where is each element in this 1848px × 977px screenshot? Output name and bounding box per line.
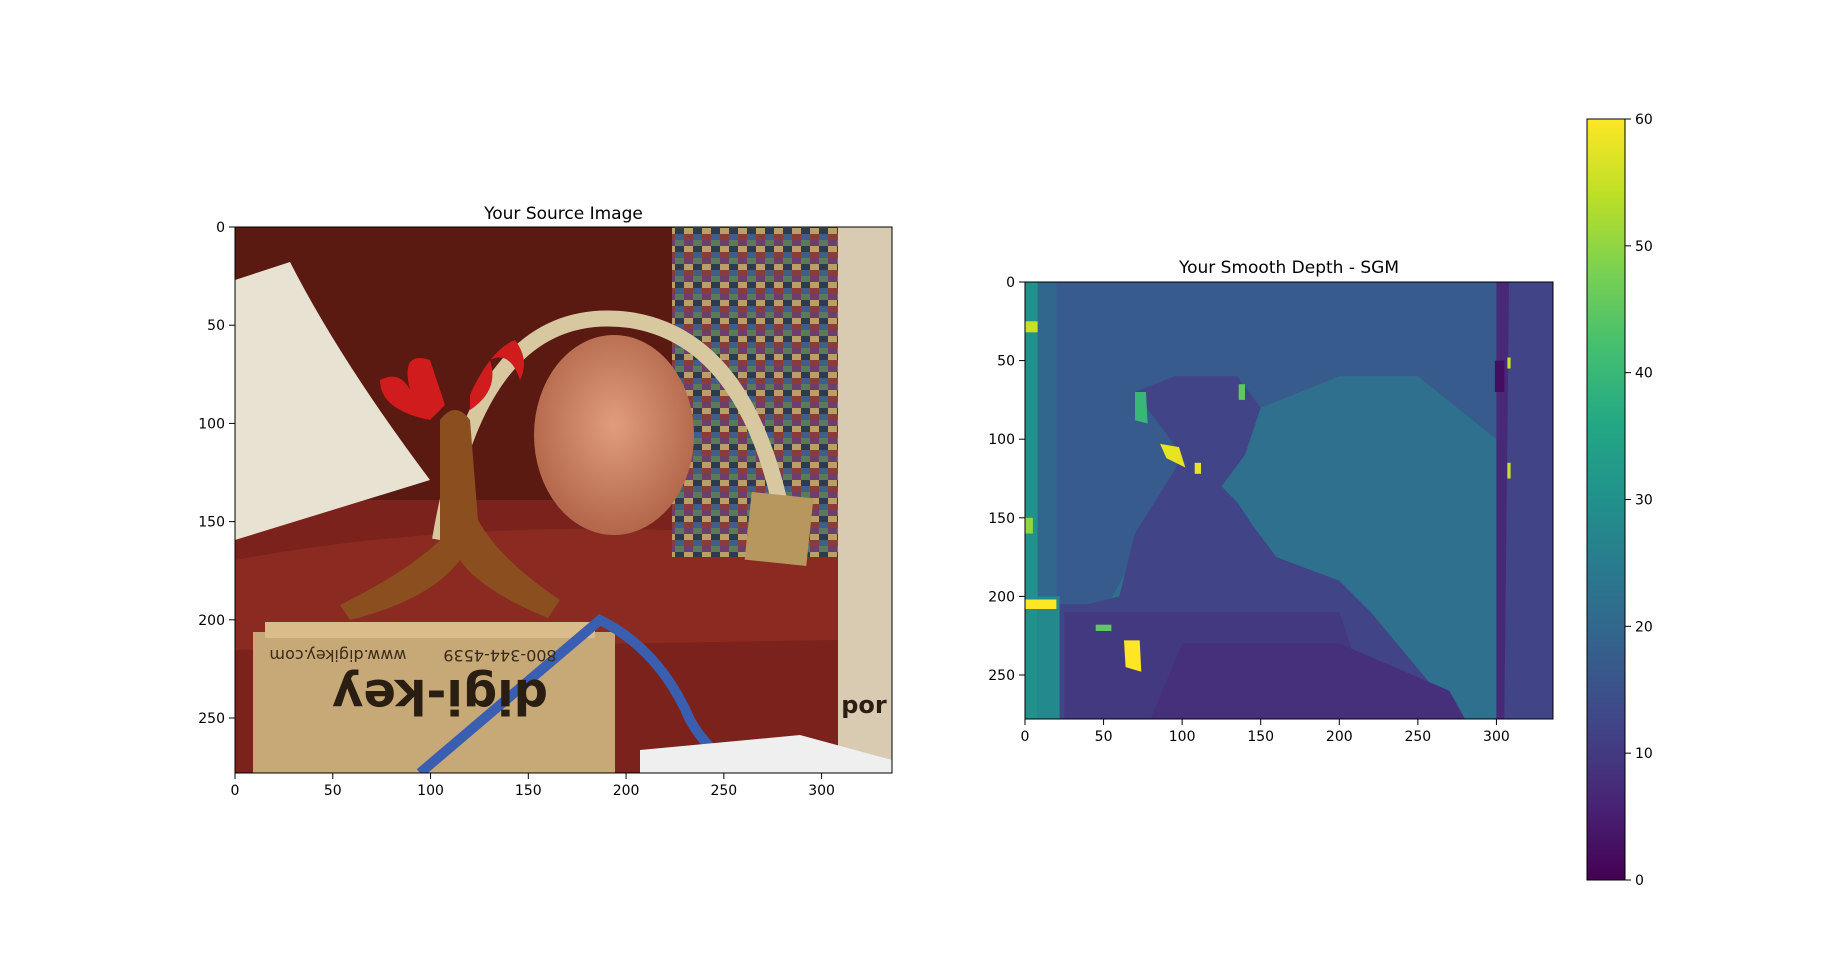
depth-region	[1507, 462, 1511, 479]
box-text-side: por	[841, 691, 887, 719]
photo-box-top	[265, 622, 595, 638]
depth-region	[1037, 596, 1060, 719]
source-ytick-label: 200	[198, 613, 225, 629]
photo-head	[534, 335, 694, 535]
depth-xtick-label: 300	[1483, 729, 1510, 745]
depth-xtick-label: 200	[1326, 729, 1353, 745]
source-x-axis: 0 50 100 150 200 250 300	[231, 773, 835, 799]
colorbar-gradient	[1586, 118, 1626, 881]
source-xtick-label: 0	[231, 783, 240, 799]
colorbar-ticks: 0 10 20 30 40 50 60	[1625, 112, 1653, 889]
depth-y-axis: 0 50 100 150 200 250	[988, 275, 1025, 684]
depth-region	[1025, 321, 1038, 333]
depth-region	[1194, 462, 1201, 474]
box-text-brand: digi-key	[332, 668, 548, 724]
source-y-axis: 0 50 100 150 200 250	[198, 220, 235, 727]
depth-region	[1494, 360, 1505, 392]
depth-ytick-label: 0	[1006, 275, 1015, 291]
depth-region	[1124, 640, 1142, 672]
colorbar-tick-label: 20	[1635, 619, 1653, 635]
depth-region	[1238, 384, 1245, 400]
colorbar-tick-label: 0	[1635, 873, 1644, 889]
source-ytick-label: 150	[198, 515, 225, 531]
colorbar-tick-label: 10	[1635, 746, 1653, 762]
depth-region	[1507, 357, 1511, 369]
figure: Your Source Image www.digikey.com 800-34…	[198, 112, 1653, 889]
box-text-phone: 800-344-4539	[443, 646, 556, 665]
source-ytick-label: 50	[207, 318, 225, 334]
depth-region	[1095, 624, 1112, 631]
source-ytick-label: 0	[216, 220, 225, 236]
source-xtick-label: 300	[808, 783, 835, 799]
box-text-url: www.digikey.com	[269, 646, 406, 665]
depth-title: Your Smooth Depth - SGM	[1178, 258, 1399, 278]
source-xtick-label: 50	[324, 783, 342, 799]
depth-region	[1025, 517, 1033, 534]
depth-region	[1135, 392, 1148, 424]
colorbar: 0 10 20 30 40 50 60	[1586, 112, 1653, 889]
depth-panel: Your Smooth Depth - SGM 0 50 100 150 200 250 3…	[988, 258, 1554, 745]
photo-cardboard-tag	[744, 491, 814, 567]
depth-ytick-label: 50	[997, 354, 1015, 370]
depth-region	[1025, 599, 1057, 609]
colorbar-tick-label: 30	[1635, 493, 1653, 509]
depth-xtick-label: 150	[1247, 729, 1274, 745]
source-xtick-label: 100	[417, 783, 444, 799]
depth-ytick-label: 150	[988, 511, 1015, 527]
source-xtick-label: 200	[613, 783, 640, 799]
colorbar-tick-label: 60	[1635, 112, 1653, 128]
source-xtick-label: 250	[710, 783, 737, 799]
depth-ytick-label: 200	[988, 589, 1015, 605]
depth-xtick-label: 100	[1169, 729, 1196, 745]
depth-x-axis: 0 50 100 150 200 250 300	[1021, 719, 1510, 745]
depth-xtick-label: 0	[1021, 729, 1030, 745]
colorbar-tick-label: 40	[1635, 366, 1653, 382]
source-ytick-label: 250	[198, 711, 225, 727]
colorbar-tick-label: 50	[1635, 239, 1653, 255]
depth-region	[1025, 282, 1038, 719]
depth-heatmap	[1025, 282, 1553, 719]
source-image-panel: Your Source Image www.digikey.com 800-34…	[198, 204, 893, 799]
depth-xtick-label: 250	[1404, 729, 1431, 745]
source-xtick-label: 150	[515, 783, 542, 799]
depth-xtick-label: 50	[1095, 729, 1113, 745]
source-title: Your Source Image	[483, 204, 643, 224]
source-ytick-label: 100	[198, 416, 225, 432]
depth-ytick-label: 250	[988, 668, 1015, 684]
depth-ytick-label: 100	[988, 432, 1015, 448]
